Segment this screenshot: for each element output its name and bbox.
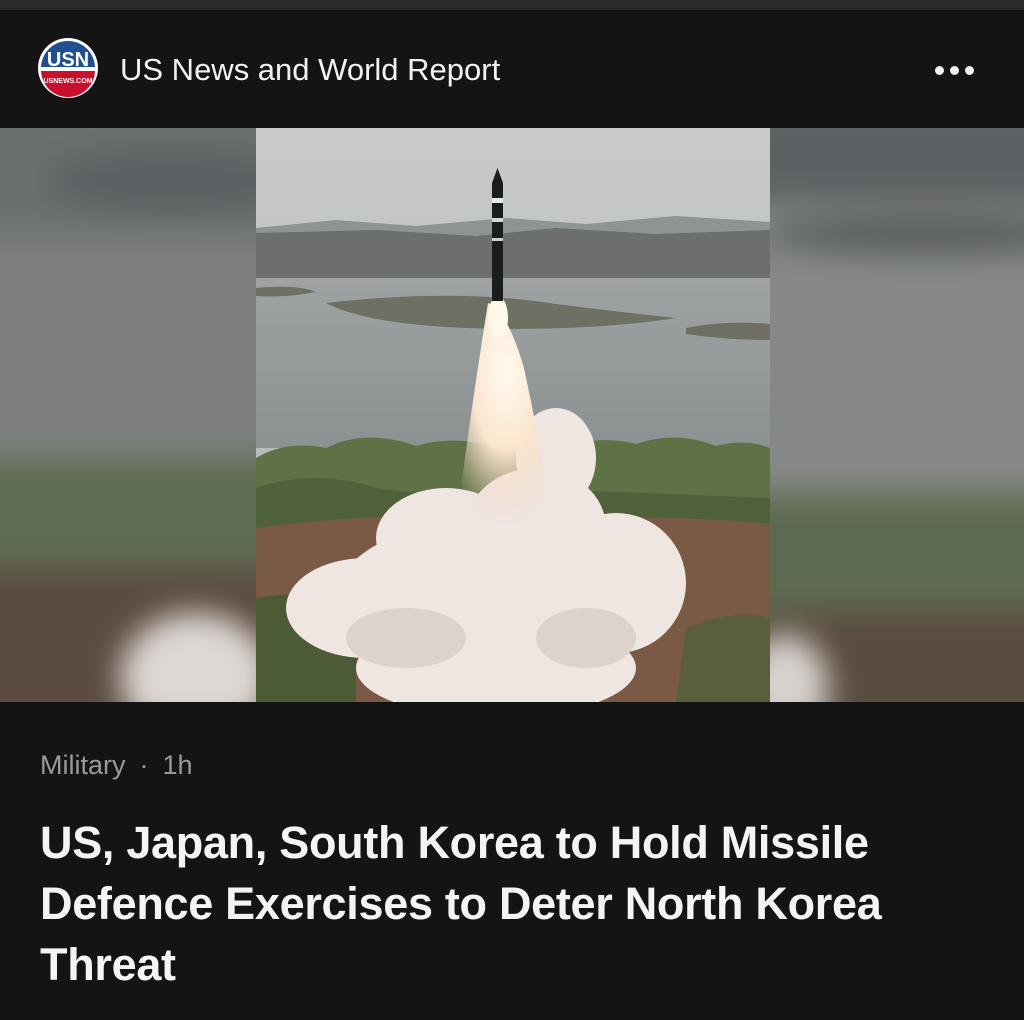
ellipsis-dot — [949, 65, 959, 75]
source-logo[interactable]: USN USNEWS.COM — [38, 38, 98, 98]
more-options-button[interactable] — [924, 48, 984, 92]
hero-blur-right — [742, 128, 1024, 702]
top-strip — [0, 0, 1024, 10]
hero-image[interactable] — [0, 128, 1024, 702]
logo-subtext: USNEWS.COM — [44, 78, 93, 85]
source-name[interactable]: US News and World Report — [120, 50, 500, 90]
hero-photo — [256, 128, 770, 702]
meta-separator: · — [139, 750, 149, 780]
source-header: USN USNEWS.COM US News and World Report — [0, 10, 1024, 128]
article-meta: Military · 1h — [40, 747, 193, 783]
ellipsis-icon — [934, 65, 944, 75]
ellipsis-dot — [964, 65, 974, 75]
logo-text: USN — [47, 49, 89, 71]
article-age: 1h — [162, 750, 193, 780]
article-headline[interactable]: US, Japan, South Korea to Hold Missile D… — [40, 812, 990, 995]
hero-blur-left — [0, 128, 282, 702]
usnews-logo-icon: USN USNEWS.COM — [39, 39, 97, 97]
missile-launch-photo — [256, 128, 770, 702]
article-category[interactable]: Military — [40, 750, 126, 780]
